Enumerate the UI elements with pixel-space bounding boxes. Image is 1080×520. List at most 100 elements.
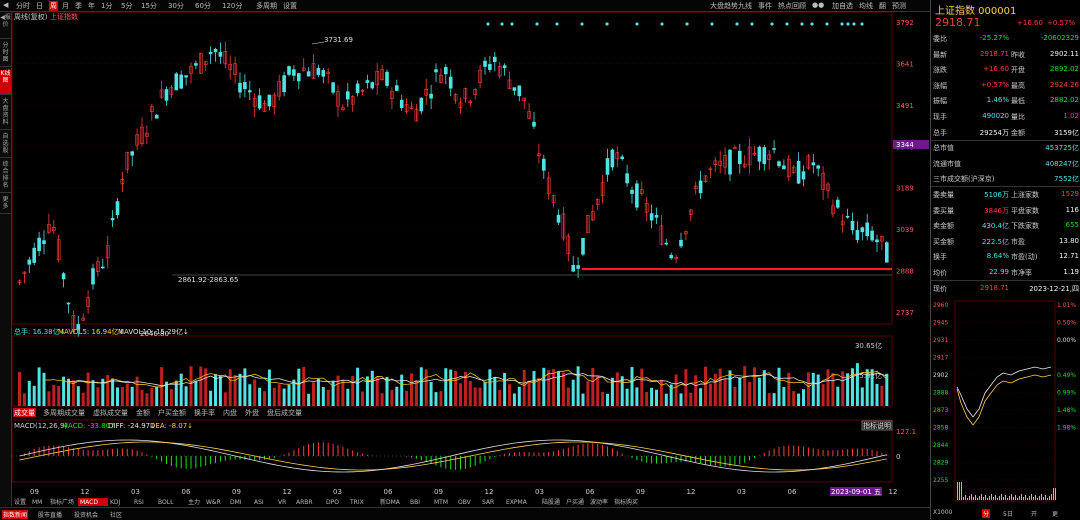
volume-bar bbox=[155, 386, 159, 406]
ind-tab-12[interactable]: ARBR bbox=[296, 499, 313, 506]
period-1[interactable]: 分时 bbox=[16, 1, 30, 11]
ind-tab-19[interactable]: SAR bbox=[482, 499, 494, 506]
tool-1[interactable]: 事件 bbox=[758, 1, 772, 11]
bottom-tab-2[interactable]: 投资机会 bbox=[74, 510, 98, 519]
ind-tab-21[interactable]: 陆股通 bbox=[542, 498, 560, 506]
tool-7[interactable]: 预测 bbox=[892, 1, 906, 11]
volume-bar bbox=[238, 373, 242, 406]
event-marker[interactable] bbox=[810, 22, 814, 26]
bottom-tab-1[interactable]: 股市直播 bbox=[38, 510, 62, 519]
event-marker[interactable] bbox=[635, 22, 639, 26]
x-tick: 03 bbox=[737, 488, 746, 496]
ind-tab-22[interactable]: 户买通 bbox=[566, 498, 584, 506]
ind-tab-23[interactable]: 波动率 bbox=[590, 498, 608, 506]
tool-0[interactable]: 大盘趋势九线 bbox=[710, 1, 752, 11]
event-marker[interactable] bbox=[685, 22, 689, 26]
event-marker[interactable] bbox=[735, 22, 739, 26]
mini-volume-bar bbox=[963, 497, 964, 500]
mini-tab-0[interactable]: X1000 bbox=[933, 509, 952, 516]
left-nav-5[interactable]: 综合排名 bbox=[0, 161, 11, 193]
period-4[interactable]: 月 bbox=[62, 1, 69, 11]
ind-tab-3[interactable]: MACD bbox=[80, 499, 98, 506]
period-6[interactable]: 年 bbox=[88, 1, 95, 11]
quote-label: 委卖量 bbox=[933, 191, 954, 199]
ind-tab-20[interactable]: EXPMA bbox=[506, 499, 528, 506]
event-marker[interactable] bbox=[535, 22, 539, 26]
left-nav-2[interactable]: K线图 bbox=[0, 70, 11, 95]
mini-tab-4[interactable]: 更 bbox=[1052, 509, 1058, 518]
x-tick: 03 bbox=[535, 488, 544, 496]
ind-tab-4[interactable]: KDJ bbox=[110, 499, 121, 506]
left-nav-4[interactable]: 自选股 bbox=[0, 133, 11, 158]
event-marker[interactable] bbox=[800, 22, 804, 26]
ind-tab-0[interactable]: 设置 bbox=[14, 498, 26, 506]
ind-tab-24[interactable]: 指标购买 bbox=[614, 498, 638, 506]
ind-tab-14[interactable]: TRIX bbox=[349, 499, 364, 506]
ind-tab-11[interactable]: VR bbox=[278, 499, 286, 506]
candle-body bbox=[512, 87, 517, 91]
period-5[interactable]: 季 bbox=[75, 1, 82, 11]
period-9[interactable]: 15分 bbox=[141, 1, 157, 11]
tool-4[interactable]: 加自选 bbox=[832, 1, 853, 11]
ind-tab-13[interactable]: DPO bbox=[326, 499, 339, 506]
x-tick: 09 bbox=[636, 488, 645, 496]
period-14[interactable]: 设置 bbox=[283, 1, 297, 11]
period-3[interactable]: 周 bbox=[49, 1, 58, 11]
ind-tab-18[interactable]: OBV bbox=[458, 499, 472, 506]
ind-tab-5[interactable]: RSI bbox=[134, 499, 144, 506]
event-marker[interactable] bbox=[555, 22, 559, 26]
mini-tab-1[interactable]: 分 bbox=[982, 509, 991, 518]
mini-tab-3[interactable]: 开 bbox=[1031, 509, 1037, 518]
event-marker[interactable] bbox=[510, 22, 514, 26]
event-marker[interactable] bbox=[825, 22, 829, 26]
event-marker[interactable] bbox=[852, 22, 856, 26]
period-2[interactable]: 日 bbox=[36, 1, 43, 11]
intraday-mini-chart[interactable]: 2960 2945 2931 2917 2902 2888 2873 2858 2844 2829… bbox=[931, 297, 1080, 507]
period-12[interactable]: 120分 bbox=[222, 1, 242, 11]
event-marker[interactable] bbox=[750, 22, 754, 26]
left-nav-0[interactable]: ◀报价 bbox=[0, 14, 11, 39]
event-marker[interactable] bbox=[710, 22, 714, 26]
kline-chart[interactable]: 379236413491334031893039288827373344周线(复… bbox=[12, 12, 930, 506]
period-11[interactable]: 60分 bbox=[195, 1, 211, 11]
ind-tab-7[interactable]: 主力 bbox=[188, 498, 200, 506]
tool-2[interactable]: 热点回顾 bbox=[778, 1, 806, 11]
event-marker[interactable] bbox=[770, 22, 774, 26]
ind-tab-17[interactable]: MTM bbox=[434, 499, 448, 506]
period-8[interactable]: 5分 bbox=[121, 1, 132, 11]
left-nav-3[interactable]: 大盘资料 bbox=[0, 98, 11, 130]
left-nav-1[interactable]: 分时图 bbox=[0, 42, 11, 67]
period-10[interactable]: 30分 bbox=[168, 1, 184, 11]
bottom-tab-3[interactable]: 社区 bbox=[110, 510, 122, 519]
event-marker[interactable] bbox=[785, 22, 789, 26]
period-0[interactable]: ◀ bbox=[3, 1, 8, 9]
mini-tab-2[interactable]: 5日 bbox=[1003, 509, 1013, 518]
event-marker[interactable] bbox=[840, 22, 844, 26]
event-marker[interactable] bbox=[846, 22, 850, 26]
event-marker[interactable] bbox=[860, 22, 864, 26]
event-marker[interactable] bbox=[660, 22, 664, 26]
ind-tab-10[interactable]: ASI bbox=[254, 499, 264, 506]
event-marker[interactable] bbox=[580, 22, 584, 26]
ind-tab-1[interactable]: MM bbox=[32, 499, 42, 506]
tool-3[interactable]: ●● bbox=[812, 1, 824, 9]
tool-5[interactable]: 均线 bbox=[859, 1, 873, 11]
volume-bars bbox=[18, 363, 889, 406]
left-nav-6[interactable]: 更多 bbox=[0, 196, 11, 214]
ind-tab-16[interactable]: BBI bbox=[410, 499, 420, 506]
ind-tab-8[interactable]: W&R bbox=[206, 499, 221, 506]
ind-tab-9[interactable]: DMI bbox=[230, 499, 242, 506]
volume-bar bbox=[267, 369, 271, 406]
event-marker[interactable] bbox=[486, 22, 490, 26]
event-marker[interactable] bbox=[605, 22, 609, 26]
ind-tab-15[interactable]: 新DMA bbox=[380, 498, 401, 506]
candle-body bbox=[296, 73, 301, 82]
ind-tab-2[interactable]: 指标广场 bbox=[50, 498, 74, 506]
event-marker[interactable] bbox=[500, 22, 504, 26]
ind-tab-6[interactable]: BOLL bbox=[158, 499, 174, 506]
tool-6[interactable]: 翻 bbox=[879, 1, 886, 11]
period-13[interactable]: 多周期 bbox=[256, 1, 277, 11]
bottom-tab-0[interactable]: 指数新闻 bbox=[2, 510, 29, 519]
quote-label2: 最低 bbox=[1011, 97, 1025, 106]
period-7[interactable]: 1分 bbox=[101, 1, 112, 11]
